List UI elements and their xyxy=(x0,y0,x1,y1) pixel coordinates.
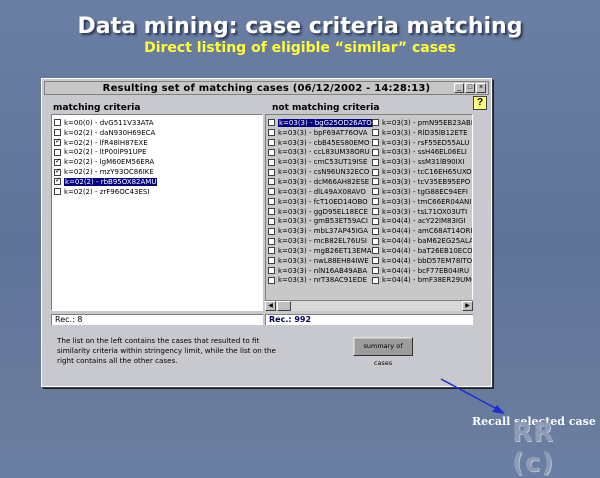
watermark: RR (c) xyxy=(512,418,555,478)
pointer-arrow-icon xyxy=(440,378,505,414)
